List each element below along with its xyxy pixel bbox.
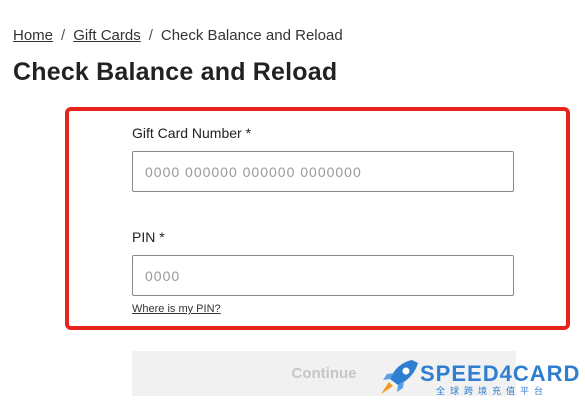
card-number-input[interactable]	[132, 151, 514, 192]
breadcrumb-separator: /	[148, 27, 153, 44]
where-is-pin-link[interactable]: Where is my PIN?	[132, 303, 221, 315]
card-number-label: Gift Card Number *	[132, 125, 252, 141]
watermark-subtitle: 全球跨境充值平台	[436, 386, 549, 396]
pin-label: PIN *	[132, 229, 165, 245]
page-title: Check Balance and Reload	[13, 58, 338, 86]
watermark-logo: SPEED4CARD 全球跨境充值平台	[378, 357, 583, 397]
rocket-icon	[381, 360, 418, 394]
pin-input[interactable]	[132, 255, 514, 296]
breadcrumb-separator: /	[61, 27, 66, 44]
breadcrumb-home-link[interactable]: Home	[13, 27, 53, 44]
breadcrumb-gift-cards-link[interactable]: Gift Cards	[73, 27, 141, 44]
breadcrumb-current: Check Balance and Reload	[160, 27, 343, 44]
breadcrumb: Home / Gift Cards / Check Balance and Reload	[13, 27, 343, 44]
